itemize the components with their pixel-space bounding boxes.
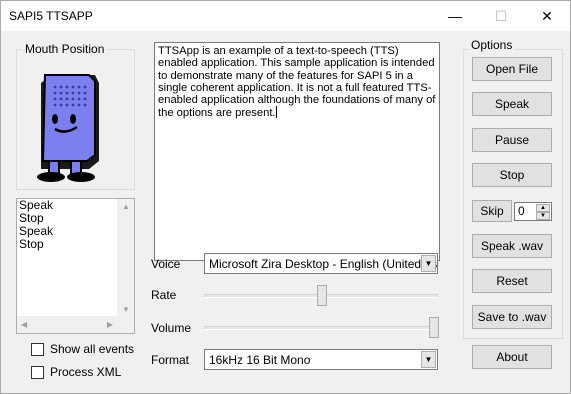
voice-select[interactable]: Microsoft Zira Desktop - English (United… (204, 253, 438, 274)
options-label: Options (469, 38, 515, 52)
scroll-down-icon[interactable]: ▼ (122, 305, 130, 314)
mouth-position-label: Mouth Position (23, 42, 107, 56)
process-xml-label: Process XML (50, 365, 122, 379)
speak-wav-button[interactable]: Speak .wav (472, 234, 552, 258)
maximize-button[interactable]: ☐ (478, 1, 524, 31)
spin-up-icon[interactable]: ▲ (536, 204, 550, 212)
format-value: 16kHz 16 Bit Mono (209, 353, 311, 367)
title-bar[interactable]: SAPI5 TTSAPP — ☐ ✕ (1, 1, 570, 31)
speech-text: TTSApp is an example of a text-to-speech… (158, 45, 436, 120)
speak-button[interactable]: Speak (472, 92, 552, 116)
window-title: SAPI5 TTSAPP (9, 9, 93, 23)
pause-button[interactable]: Pause (472, 128, 552, 152)
scroll-up-icon[interactable]: ▲ (122, 202, 130, 211)
vertical-scrollbar[interactable]: ▲ ▼ (117, 199, 134, 317)
scroll-corner (117, 316, 134, 333)
save-to-wav-button[interactable]: Save to .wav (472, 305, 552, 329)
process-xml-checkbox[interactable]: Process XML (31, 365, 121, 379)
format-label: Format (151, 353, 190, 367)
voice-label: Voice (151, 257, 181, 271)
volume-slider-thumb[interactable] (429, 317, 439, 338)
volume-label: Volume (151, 321, 192, 335)
chevron-down-icon[interactable]: ▼ (421, 351, 436, 368)
minimize-button[interactable]: — (432, 1, 478, 31)
mouth-character-image (37, 74, 99, 182)
checkbox-box[interactable] (31, 365, 44, 379)
spin-down-icon[interactable]: ▼ (536, 212, 550, 220)
scroll-right-icon[interactable]: ▶ (107, 320, 113, 329)
chevron-down-icon[interactable]: ▼ (421, 255, 436, 272)
ttsapp-window: SAPI5 TTSAPP — ☐ ✕ Mouth Position Speak … (0, 0, 571, 394)
close-button[interactable]: ✕ (524, 1, 570, 31)
events-listbox[interactable]: Speak Stop Speak Stop ▲ ▼ ◀ ▶ (16, 198, 135, 334)
skip-count-input[interactable]: 0 ▲ ▼ (514, 202, 552, 221)
skip-count-value: 0 (518, 204, 525, 218)
show-all-events-label: Show all events (50, 342, 135, 356)
checkbox-box[interactable] (31, 342, 44, 356)
show-all-events-checkbox[interactable]: Show all events (31, 342, 134, 356)
stop-button[interactable]: Stop (472, 163, 552, 187)
volume-slider-track[interactable] (204, 326, 438, 330)
rate-slider-thumb[interactable] (317, 285, 327, 306)
voice-value: Microsoft Zira Desktop - English (United… (209, 257, 438, 271)
skip-button[interactable]: Skip (472, 200, 512, 222)
about-button[interactable]: About (472, 345, 552, 369)
speech-text-area[interactable]: TTSApp is an example of a text-to-speech… (154, 42, 440, 261)
rate-label: Rate (151, 288, 177, 302)
scroll-left-icon[interactable]: ◀ (21, 320, 27, 329)
format-select[interactable]: 16kHz 16 Bit Mono ▼ (204, 349, 438, 370)
open-file-button[interactable]: Open File (472, 57, 552, 81)
horizontal-scrollbar[interactable]: ◀ ▶ (17, 316, 117, 333)
text-caret (275, 106, 277, 119)
reset-button[interactable]: Reset (472, 269, 552, 293)
